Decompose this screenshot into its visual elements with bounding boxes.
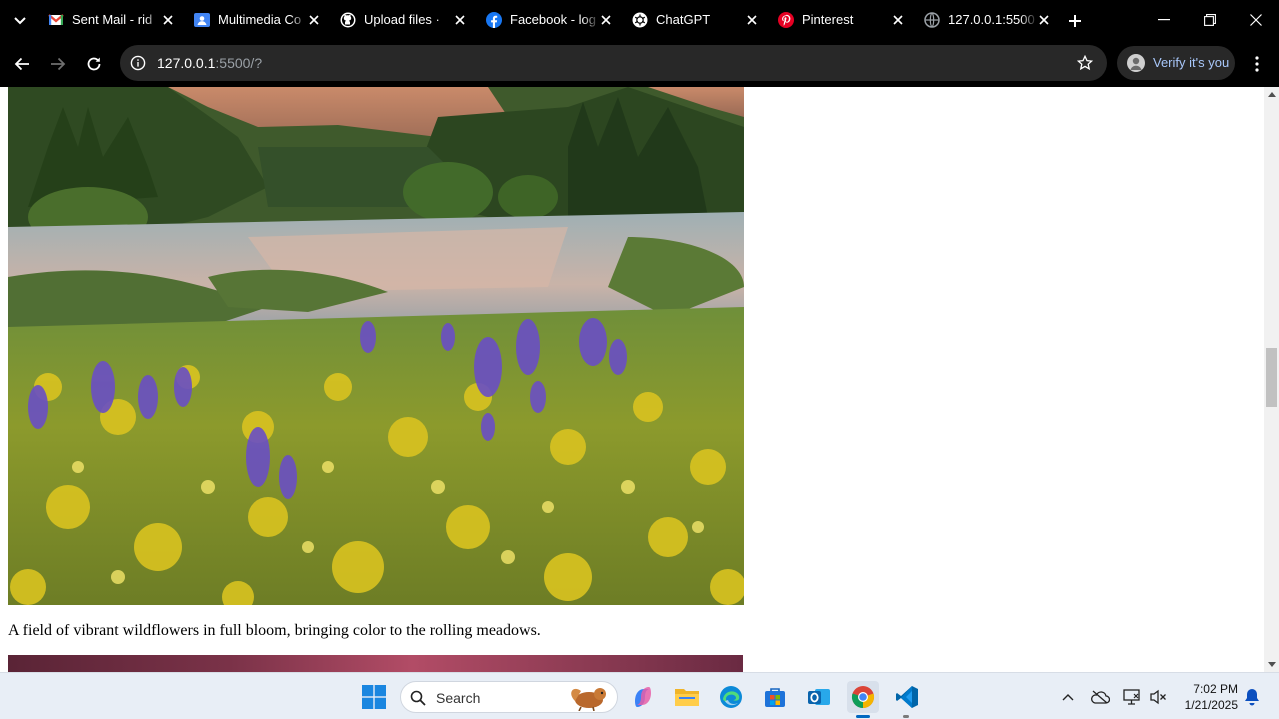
browser-toolbar: 127.0.0.1:5500/? Verify it's you (0, 41, 1279, 87)
bookmark-star-icon[interactable] (1075, 53, 1095, 73)
forward-button[interactable] (44, 50, 72, 78)
avatar (1127, 54, 1145, 72)
vscode-icon[interactable] (891, 681, 923, 713)
classroom-icon (194, 12, 210, 28)
tab-strip: Sent Mail - rid Multimedia Co Upload fil… (0, 0, 1279, 41)
image-caption: A field of vibrant wildflowers in full b… (8, 622, 541, 639)
tab-gmail[interactable]: Sent Mail - rid (40, 5, 182, 36)
onedrive-offline-icon[interactable] (1090, 687, 1110, 707)
close-tab-icon[interactable] (1036, 12, 1052, 28)
start-icon[interactable] (358, 681, 390, 713)
new-tab-button[interactable] (1063, 9, 1087, 33)
clock-time: 7:02 PM (1193, 682, 1238, 696)
page-viewport: A field of vibrant wildflowers in full b… (0, 87, 1279, 672)
gmail-icon (48, 12, 64, 28)
tab-github[interactable]: Upload files · (332, 5, 474, 36)
tab-title: Upload files · (364, 12, 440, 27)
microsoft-store-icon[interactable] (759, 681, 791, 713)
tab-multimedia[interactable]: Multimedia Co (186, 5, 328, 36)
tab-facebook[interactable]: Facebook - log (478, 5, 620, 36)
globe-icon (924, 12, 940, 28)
running-app-indicator (903, 715, 909, 718)
volume-muted-icon[interactable] (1148, 687, 1168, 707)
close-tab-icon[interactable] (744, 12, 760, 28)
show-hidden-icons-chevron-icon[interactable] (1058, 687, 1078, 707)
github-icon (340, 12, 356, 28)
active-app-indicator (856, 715, 870, 718)
site-info-icon[interactable] (128, 53, 148, 73)
facebook-icon (486, 12, 502, 28)
outlook-icon[interactable] (803, 681, 835, 713)
scroll-up-arrow-icon[interactable] (1264, 87, 1279, 102)
close-tab-icon[interactable] (160, 12, 176, 28)
pinterest-icon (778, 12, 794, 28)
tab-title: ChatGPT (656, 12, 711, 27)
notification-bell-icon[interactable] (1242, 687, 1262, 707)
close-tab-icon[interactable] (890, 12, 906, 28)
url-path: :5500/? (215, 55, 263, 71)
url-text[interactable]: 127.0.0.1:5500/? (157, 55, 262, 71)
tab-localhost[interactable]: 127.0.0.1:5500 (916, 5, 1058, 36)
scroll-down-arrow-icon[interactable] (1264, 657, 1279, 672)
tab-title: Multimedia Co (218, 12, 302, 27)
next-image-preview (8, 655, 743, 672)
windows-taskbar: Search 7:02 PM 1/21/2025 (0, 672, 1279, 719)
file-explorer-icon[interactable] (671, 681, 703, 713)
address-bar[interactable]: 127.0.0.1:5500/? (120, 45, 1107, 81)
url-host: 127.0.0.1 (157, 55, 216, 71)
vertical-scrollbar[interactable] (1264, 87, 1279, 672)
wildflower-meadow-image (8, 87, 744, 605)
tab-pinterest[interactable]: Pinterest (770, 5, 912, 36)
more-menu-icon[interactable] (1246, 53, 1268, 75)
reload-button[interactable] (80, 50, 108, 78)
search-placeholder: Search (436, 690, 481, 706)
search-icon (409, 689, 427, 707)
tab-title: Sent Mail - rid (72, 12, 153, 27)
taskbar-search[interactable]: Search (400, 681, 618, 713)
tab-chatgpt[interactable]: ChatGPT (624, 5, 766, 36)
tab-title: 127.0.0.1:5500 (948, 12, 1035, 27)
search-highlight-icon (567, 685, 613, 712)
close-tab-icon[interactable] (452, 12, 468, 28)
tab-search-chevron-icon[interactable] (8, 10, 32, 32)
back-button[interactable] (8, 50, 36, 78)
edge-icon[interactable] (715, 681, 747, 713)
profile-button[interactable]: Verify it's you (1117, 46, 1235, 80)
chrome-icon[interactable] (847, 681, 879, 713)
system-clock[interactable]: 7:02 PM 1/21/2025 (1176, 681, 1238, 713)
profile-label: Verify it's you (1153, 55, 1230, 70)
clock-date: 1/21/2025 (1184, 698, 1238, 712)
minimize-button[interactable] (1141, 5, 1187, 35)
chatgpt-icon (632, 12, 648, 28)
restore-button[interactable] (1187, 5, 1233, 35)
scrollbar-thumb[interactable] (1266, 348, 1277, 407)
close-window-button[interactable] (1233, 5, 1279, 35)
close-tab-icon[interactable] (598, 12, 614, 28)
tab-title: Pinterest (802, 12, 854, 27)
close-tab-icon[interactable] (306, 12, 322, 28)
copilot-icon[interactable] (627, 681, 659, 713)
network-icon[interactable] (1122, 687, 1142, 707)
tab-title: Facebook - log (510, 12, 596, 27)
